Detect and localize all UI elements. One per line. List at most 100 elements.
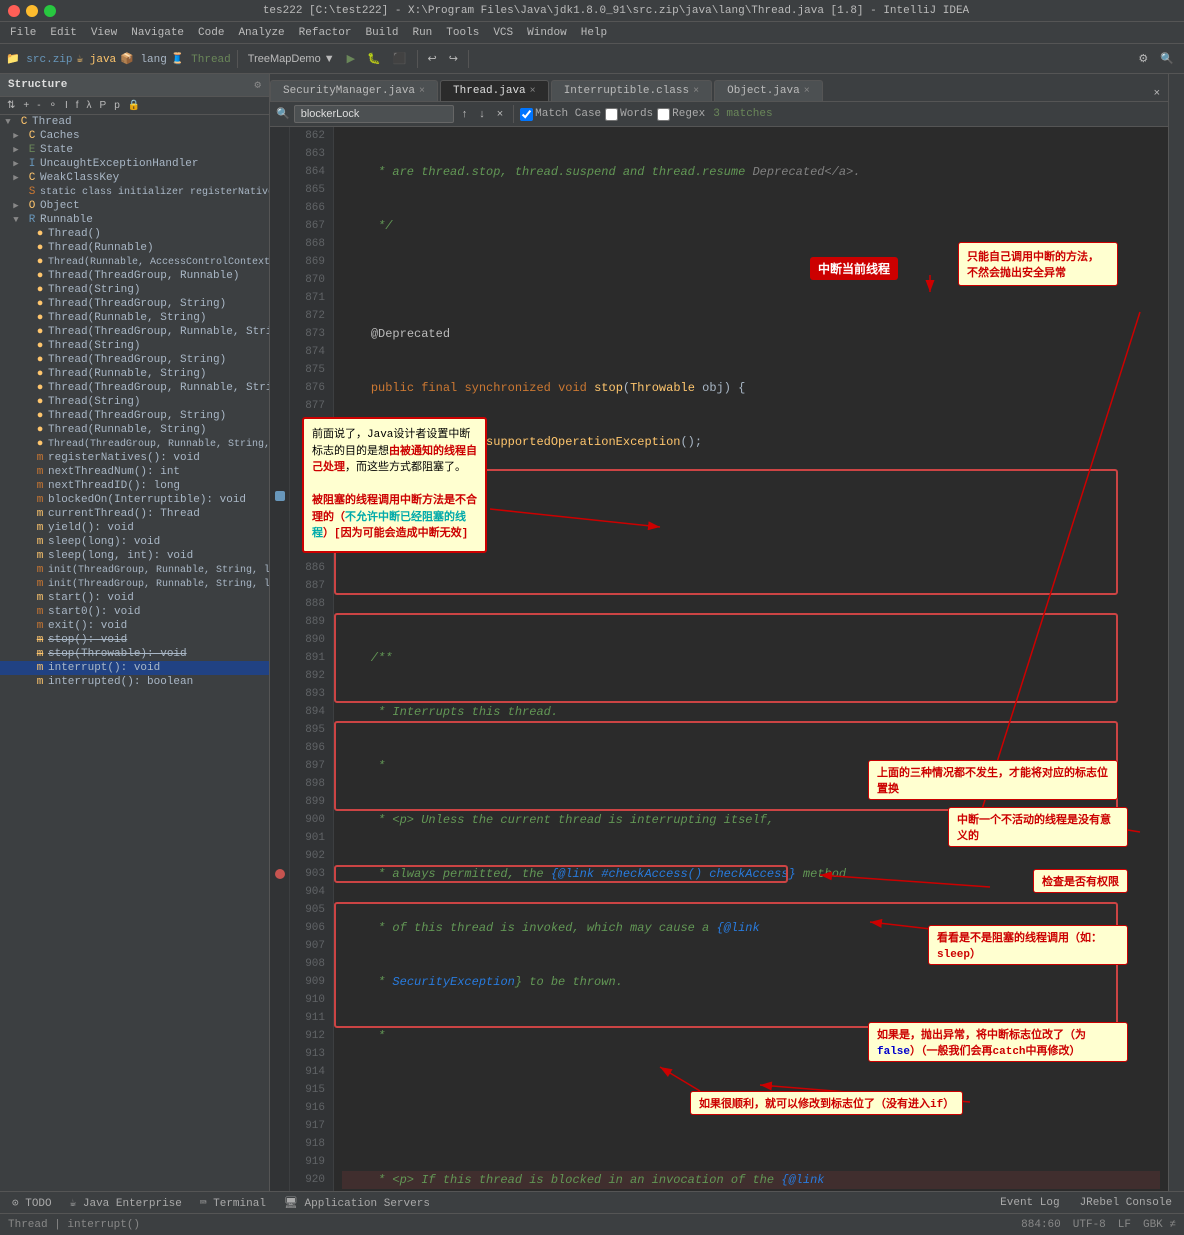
struct-private-btn[interactable]: 🔒 [125,99,143,112]
structure-tree[interactable]: ▼ C Thread ▶ C Caches ▶ E State ▶ I Unca… [0,115,269,1191]
search-input[interactable] [294,105,454,123]
struct-collapse-btn[interactable]: - [34,99,43,112]
tree-constructor5[interactable]: ● Thread(String) [0,283,269,297]
tree-constructor1[interactable]: ● Thread() [0,227,269,241]
tree-constructor6[interactable]: ● Thread(ThreadGroup, String) [0,297,269,311]
tree-constructor11[interactable]: ● Thread(Runnable, String) [0,367,269,381]
maximize-button[interactable] [44,5,56,17]
tree-constructor14[interactable]: ● Thread(ThreadGroup, String) [0,409,269,423]
tree-constructor7[interactable]: ● Thread(Runnable, String) [0,311,269,325]
tree-next-thread-id[interactable]: m nextThreadID(): long [0,479,269,493]
tree-interrupted[interactable]: m interrupted(): boolean [0,675,269,689]
run-btn[interactable]: ▶ [343,50,359,67]
menu-file[interactable]: File [4,25,42,41]
tree-stop[interactable]: m stop(): void [0,633,269,647]
lang-label[interactable]: 📦 lang [120,52,167,66]
struct-filter-btn[interactable]: ⚬ [46,99,60,112]
words-check[interactable]: Words [605,108,653,121]
tree-interrupt[interactable]: m interrupt(): void [0,661,269,675]
menu-view[interactable]: View [85,25,123,41]
menu-vcs[interactable]: VCS [487,25,519,41]
tab-close-icon[interactable]: × [693,86,699,97]
tree-runnable[interactable]: ▼ R Runnable [0,213,269,227]
menu-edit[interactable]: Edit [44,25,82,41]
struct-fields-btn[interactable]: f [73,99,82,112]
debug-btn[interactable]: 🐛 [363,50,385,67]
bottom-tab-todo[interactable]: ⊙ TODO [4,1194,60,1212]
struct-anon-btn[interactable]: λ [84,99,95,112]
menu-build[interactable]: Build [359,25,404,41]
tree-yield[interactable]: m yield(): void [0,521,269,535]
bottom-tab-app-servers[interactable]: 🖥 Application Servers [276,1194,438,1212]
tree-constructor4[interactable]: ● Thread(ThreadGroup, Runnable) [0,269,269,283]
menu-analyze[interactable]: Analyze [232,25,290,41]
thread-label[interactable]: 🧵 Thread [171,52,231,66]
tree-constructor9[interactable]: ● Thread(String) [0,339,269,353]
settings-btn[interactable]: ⚙ [1134,50,1152,67]
tree-start0[interactable]: m start0(): void [0,605,269,619]
tree-register-natives-method[interactable]: m registerNatives(): void [0,451,269,465]
tree-constructor2[interactable]: ● Thread(Runnable) [0,241,269,255]
undo-btn[interactable]: ↩ [424,50,441,67]
stop-btn[interactable]: ⬛ [389,50,411,67]
menu-window[interactable]: Window [521,25,573,41]
tree-constructor10[interactable]: ● Thread(ThreadGroup, String) [0,353,269,367]
bottom-tab-jrebel[interactable]: JRebel Console [1072,1195,1180,1211]
tree-constructor3[interactable]: ● Thread(Runnable, AccessControlContext) [0,255,269,269]
structure-settings-icon[interactable]: ⚙ [254,78,261,92]
close-button[interactable] [8,5,20,17]
tab-close-icon[interactable]: × [804,86,810,97]
right-panel[interactable] [1168,74,1184,1191]
tree-constructor16[interactable]: ● Thread(ThreadGroup, Runnable, String, … [0,437,269,451]
menu-refactor[interactable]: Refactor [293,25,358,41]
menu-code[interactable]: Code [192,25,230,41]
tree-init2[interactable]: m init(ThreadGroup, Runnable, String, lo… [0,577,269,591]
menu-run[interactable]: Run [406,25,438,41]
tree-weakclasskey[interactable]: ▶ C WeakClassKey [0,171,269,185]
search-everywhere-btn[interactable]: 🔍 [1156,50,1178,67]
tree-next-thread-num[interactable]: m nextThreadNum(): int [0,465,269,479]
tree-sleep2[interactable]: m sleep(long, int): void [0,549,269,563]
regex-check[interactable]: Regex [657,108,705,121]
minimize-button[interactable] [26,5,38,17]
tree-exit[interactable]: m exit(): void [0,619,269,633]
tree-state[interactable]: ▶ E State [0,143,269,157]
search-next-btn[interactable]: ↓ [475,107,489,121]
src-zip-label[interactable]: 📁 src.zip [6,52,73,66]
tree-sleep1[interactable]: m sleep(long): void [0,535,269,549]
run-config-btn[interactable]: TreeMapDemo ▼ [244,51,339,67]
tab-interruptible[interactable]: Interruptible.class × [551,80,712,101]
tree-start[interactable]: m start(): void [0,591,269,605]
tab-thread[interactable]: Thread.java × [440,80,549,101]
window-controls[interactable] [8,5,56,17]
tree-thread-root[interactable]: ▼ C Thread [0,115,269,129]
java-label[interactable]: ☕ java [77,52,117,66]
tree-constructor15[interactable]: ● Thread(Runnable, String) [0,423,269,437]
redo-btn[interactable]: ↪ [445,50,462,67]
tab-close-icon[interactable]: × [419,86,425,97]
tab-close-icon[interactable]: × [530,86,536,97]
bottom-tab-terminal[interactable]: ⌨ Terminal [192,1194,274,1212]
bottom-tab-java-enterprise[interactable]: ☕ Java Enterprise [62,1194,190,1212]
tree-constructor12[interactable]: ● Thread(ThreadGroup, Runnable, String) [0,381,269,395]
tab-object[interactable]: Object.java × [714,80,823,101]
close-search-btn[interactable]: × [1150,85,1164,101]
tree-current-thread[interactable]: m currentThread(): Thread [0,507,269,521]
menu-help[interactable]: Help [575,25,613,41]
bottom-tab-event-log[interactable]: Event Log [992,1195,1067,1211]
tree-constructor8[interactable]: ● Thread(ThreadGroup, Runnable, String) [0,325,269,339]
tree-caches[interactable]: ▶ C Caches [0,129,269,143]
struct-sort-btn[interactable]: ⇅ [4,99,18,112]
menu-tools[interactable]: Tools [440,25,485,41]
tree-init1[interactable]: m init(ThreadGroup, Runnable, String, lo… [0,563,269,577]
struct-protected-btn[interactable]: p [111,99,123,112]
menu-navigate[interactable]: Navigate [125,25,190,41]
tree-blocked-on[interactable]: m blockedOn(Interruptible): void [0,493,269,507]
struct-expand-btn[interactable]: + [20,99,32,112]
struct-public-btn[interactable]: P [97,99,110,112]
tree-object[interactable]: ▶ O Object [0,199,269,213]
struct-inherited-btn[interactable]: I [62,99,71,112]
code-editor[interactable]: 862 863 864 865 866 867 868 869 870 871 … [270,127,1168,1191]
tree-stop-throwable[interactable]: m stop(Throwable): void [0,647,269,661]
search-close-btn[interactable]: × [493,107,507,121]
